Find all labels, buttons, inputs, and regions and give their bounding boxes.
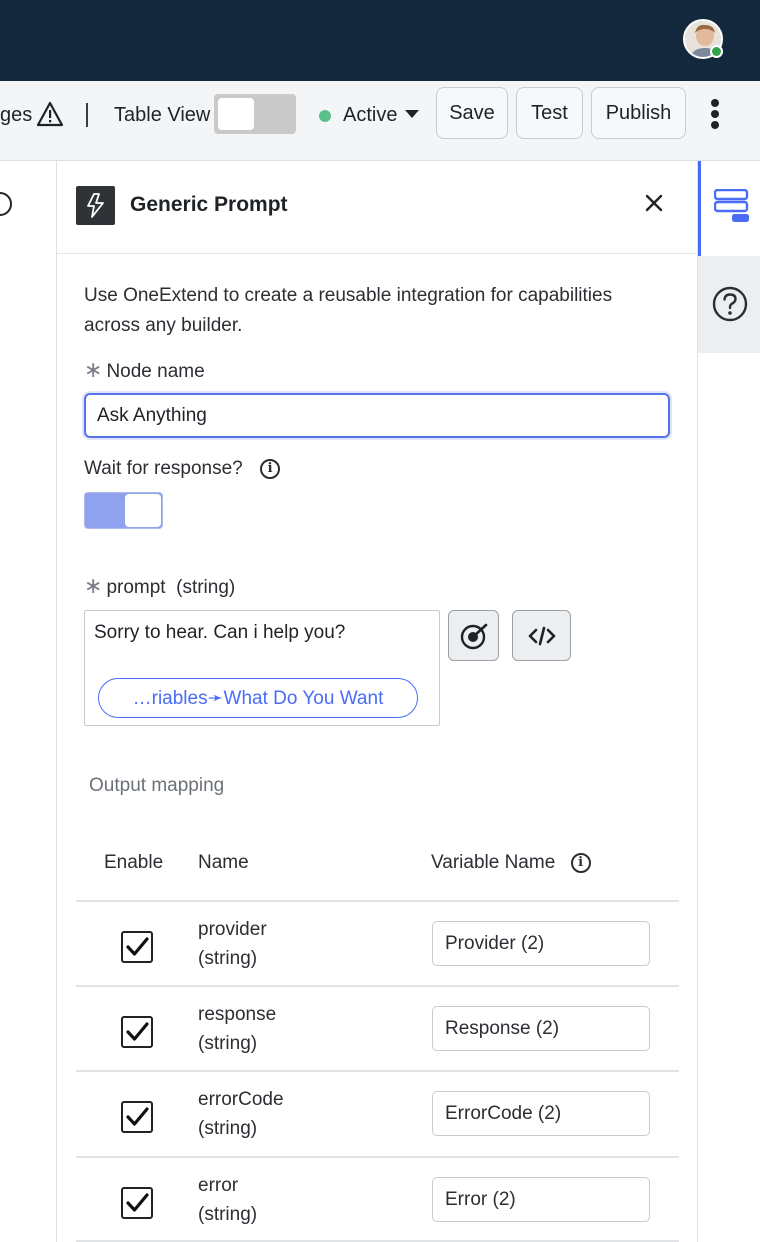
prompt-label-text: prompt (string) [106,577,236,598]
help-icon [712,286,748,322]
variable-name-header-text: Variable Name [431,852,556,873]
status-dropdown-label[interactable]: Active [343,103,397,127]
check-icon [126,1022,149,1041]
prompt-label: ∗ prompt (string) [84,574,235,600]
info-icon[interactable]: i [570,852,591,873]
table-row: response (string) [76,986,679,1071]
table-view-toggle[interactable] [214,94,296,134]
enable-checkbox[interactable] [121,1016,153,1048]
variable-name-input[interactable] [432,1091,650,1136]
enable-checkbox[interactable] [121,1187,153,1219]
output-field-name: errorCode [198,1089,284,1110]
required-asterisk: ∗ [84,357,103,382]
output-field-type: (string) [198,1204,258,1225]
ai-target-icon [460,623,487,649]
column-header-name: Name [198,852,249,873]
close-icon[interactable] [642,191,666,215]
required-asterisk: ∗ [84,573,103,598]
toolbar-divider [86,103,88,127]
enable-checkbox[interactable] [121,931,153,963]
node-name-label-text: Node name [106,361,205,382]
output-field-name: provider [198,919,267,940]
right-sidebar-rail [697,161,760,1242]
wait-for-response-label: Wait for response? i [84,457,281,481]
output-mapping-title: Output mapping [89,775,225,796]
variable-chip[interactable]: …riables➛What Do You Want [98,678,418,718]
stack-icon [714,189,749,222]
warning-icon[interactable] [36,101,64,127]
enable-checkbox[interactable] [121,1101,153,1133]
output-field-name: response [198,1004,277,1025]
test-button[interactable]: Test [516,87,583,139]
check-icon [126,937,149,956]
node-name-input[interactable] [84,393,670,438]
info-icon[interactable] [0,192,12,216]
save-button[interactable]: Save [436,87,508,139]
lightning-icon [76,186,115,225]
table-row: error (string) [76,1157,679,1242]
panel-title: Generic Prompt [130,193,288,216]
output-name: error (string) [198,1171,257,1229]
rail-item-nodes[interactable] [698,161,760,256]
panel-header: Generic Prompt [57,161,697,254]
code-view-button[interactable] [512,610,571,661]
toggle-knob [125,494,161,527]
output-field-type: (string) [198,1033,258,1054]
prompt-editor[interactable]: Sorry to hear. Can i help you? …riables➛… [84,610,440,726]
output-field-name: error [198,1175,239,1196]
more-options-icon[interactable] [706,99,724,129]
chevron-down-icon[interactable] [405,110,419,118]
rail-item-help[interactable] [698,256,760,353]
output-name: response (string) [198,1000,276,1058]
variable-name-input[interactable] [432,1006,650,1051]
variable-name-input[interactable] [432,921,650,966]
node-name-label: ∗ Node name [84,358,205,384]
column-header-enable: Enable [104,852,164,873]
panel-description: Use OneExtend to create a reusable integ… [84,285,613,336]
table-row: provider (string) [76,901,679,986]
publish-button[interactable]: Publish [591,87,686,139]
wait-for-response-toggle[interactable] [84,492,163,529]
column-header-variable-name: Variable Name i [431,851,591,875]
check-icon [126,1107,149,1126]
node-properties-panel: Generic Prompt Use OneExtend to create a… [57,161,697,1242]
wait-label-text: Wait for response? [84,458,243,479]
online-status-dot [710,45,723,58]
check-icon [126,1193,149,1212]
info-icon[interactable]: i [260,458,281,479]
output-field-type: (string) [198,948,258,969]
output-field-type: (string) [198,1118,258,1139]
code-icon [528,626,555,645]
ai-assist-button[interactable] [448,610,499,661]
output-name: errorCode (string) [198,1085,284,1143]
top-navigation-bar [0,0,760,81]
prompt-text[interactable]: Sorry to hear. Can i help you? [94,621,345,645]
builder-toolbar: ges Table View Active Save Test Publish [0,81,760,161]
status-dot [319,110,331,122]
output-name: provider (string) [198,915,267,973]
toggle-knob [218,98,254,130]
table-row: errorCode (string) [76,1071,679,1156]
table-view-label: Table View [114,104,211,126]
messages-label[interactable]: ges [0,103,32,127]
canvas-area [0,161,57,1242]
variable-name-input[interactable] [432,1177,650,1222]
